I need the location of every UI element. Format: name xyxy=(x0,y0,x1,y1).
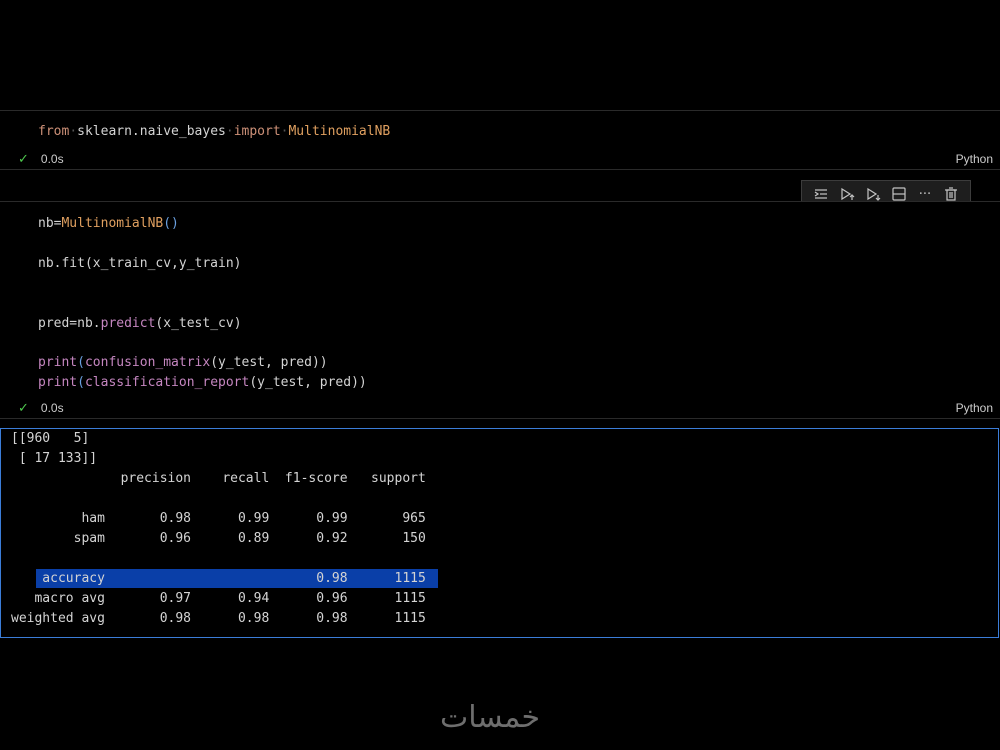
code-token: MultinomialNB xyxy=(61,216,164,231)
code-line-import[interactable]: from·sklearn.naive_bayes·import·Multinom… xyxy=(38,122,390,142)
code-token: (x_test_cv) xyxy=(155,316,242,331)
code-token: classification_report xyxy=(84,375,250,390)
execute-below-icon xyxy=(867,187,881,201)
delete-icon xyxy=(945,187,957,201)
split-cell-icon xyxy=(892,187,906,201)
output-line: [[960 5] xyxy=(11,431,90,446)
run-by-line-icon xyxy=(814,189,827,199)
code-token: print xyxy=(38,355,78,370)
code-token: (y_test, pred)) xyxy=(210,355,328,370)
execute-above-icon xyxy=(841,187,855,201)
execution-time: 0.0s xyxy=(40,152,64,166)
code-line-nb[interactable]: nb=MultinomialNB() xyxy=(38,214,179,234)
code-token: ( xyxy=(77,375,85,390)
output-line: precision recall f1-score support xyxy=(11,471,426,486)
code-line-fit[interactable]: nb.fit(x_train_cv,y_train) xyxy=(38,254,242,274)
cell-status: ✓ 0.0s xyxy=(18,400,64,416)
success-check-icon: ✓ xyxy=(18,400,29,415)
output-line: ham 0.98 0.99 0.99 965 xyxy=(11,511,426,526)
code-cell-model[interactable]: nb=MultinomialNB() nb.fit(x_train_cv,y_t… xyxy=(0,201,1000,419)
code-token: print xyxy=(38,375,78,390)
output-line: weighted avg 0.98 0.98 0.98 1115 xyxy=(11,611,426,626)
output-line: accuracy 0.98 1115 xyxy=(11,571,426,586)
code-line-predict[interactable]: pred=nb.predict(x_test_cv) xyxy=(38,314,242,334)
success-check-icon: ✓ xyxy=(18,151,29,166)
language-label[interactable]: Python xyxy=(956,152,993,166)
output-line: macro avg 0.97 0.94 0.96 1115 xyxy=(11,591,426,606)
code-token: nb= xyxy=(38,216,62,231)
execution-time: 0.0s xyxy=(40,401,64,415)
cell-output[interactable]: [[960 5] [ 17 133]] precision recall f1-… xyxy=(0,428,999,638)
watermark-logo: خمسات xyxy=(440,700,541,735)
code-token: (y_test, pred)) xyxy=(249,375,367,390)
keyword-import: import xyxy=(233,124,281,139)
output-line: [ 17 133]] xyxy=(11,451,98,466)
code-token: predict xyxy=(100,316,156,331)
code-token: () xyxy=(163,216,179,231)
code-token: pred=nb. xyxy=(38,316,101,331)
more-icon: ··· xyxy=(918,186,932,202)
code-line-print-confusion[interactable]: print(confusion_matrix(y_test, pred)) xyxy=(38,353,328,373)
code-token: confusion_matrix xyxy=(84,355,211,370)
code-cell-import[interactable]: from·sklearn.naive_bayes·import·Multinom… xyxy=(0,110,1000,170)
cell-status: ✓ 0.0s xyxy=(18,151,64,167)
language-label[interactable]: Python xyxy=(956,401,993,415)
code-token: ( xyxy=(77,355,85,370)
keyword-from: from xyxy=(38,124,70,139)
notebook-page: from·sklearn.naive_bayes·import·Multinom… xyxy=(0,0,1000,750)
class-name: MultinomialNB xyxy=(288,124,391,139)
module-name: sklearn.naive_bayes xyxy=(77,124,226,139)
output-line: spam 0.96 0.89 0.92 150 xyxy=(11,531,426,546)
code-line-print-report[interactable]: print(classification_report(y_test, pred… xyxy=(38,373,367,393)
